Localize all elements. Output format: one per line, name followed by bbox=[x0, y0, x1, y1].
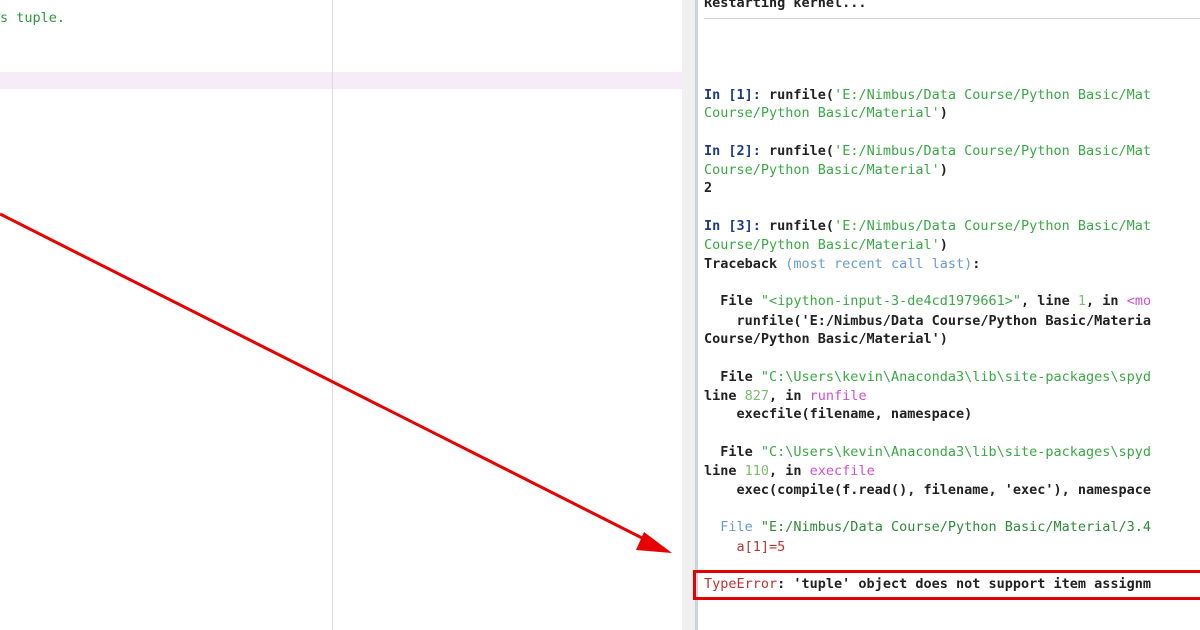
annotation-arrow bbox=[0, 212, 672, 553]
arrow-shaft bbox=[0, 212, 653, 545]
arrow-head-icon bbox=[636, 532, 672, 553]
